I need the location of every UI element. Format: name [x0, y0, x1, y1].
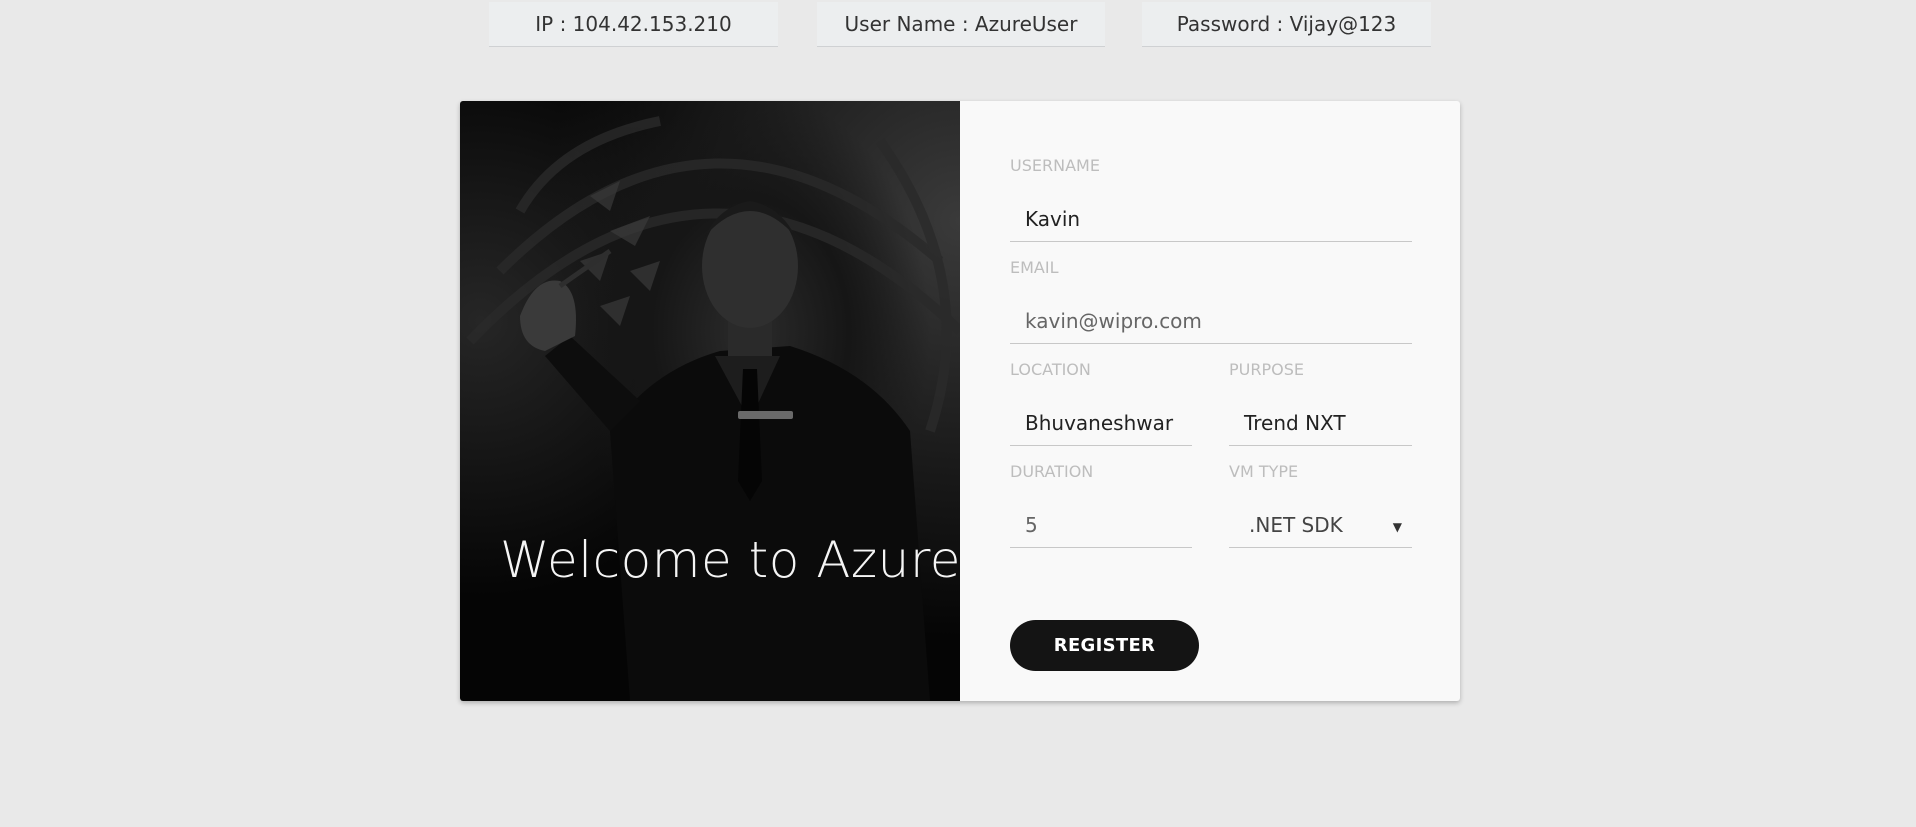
purpose-label: PURPOSE	[1229, 360, 1304, 379]
email-label: EMAIL	[1010, 258, 1059, 277]
purpose-input[interactable]: Trend NXT	[1229, 400, 1412, 446]
vm-type-label: VM TYPE	[1229, 462, 1299, 481]
hero-figure-illustration	[466, 116, 960, 701]
vm-type-select[interactable]: .NET SDK ▼	[1229, 502, 1412, 548]
location-label: LOCATION	[1010, 360, 1091, 379]
registration-card: Welcome to Azure USERNAME Kavin EMAIL ka…	[460, 101, 1460, 701]
duration-input[interactable]: 5	[1010, 502, 1192, 548]
dropdown-arrow-icon: ▼	[1392, 520, 1402, 534]
username-info-box: User Name : AzureUser	[817, 2, 1105, 47]
vm-type-selected-value: .NET SDK	[1249, 512, 1343, 537]
username-label: USERNAME	[1010, 156, 1100, 175]
username-input[interactable]: Kavin	[1010, 196, 1412, 242]
duration-label: DURATION	[1010, 462, 1094, 481]
registration-form: USERNAME Kavin EMAIL kavin@wipro.com LOC…	[960, 101, 1460, 701]
email-input[interactable]: kavin@wipro.com	[1010, 298, 1412, 344]
register-button[interactable]: REGISTER	[1010, 620, 1199, 671]
ip-text: IP : 104.42.153.210	[535, 12, 732, 36]
ip-info-box: IP : 104.42.153.210	[489, 2, 778, 47]
password-text: Password : Vijay@123	[1176, 12, 1397, 36]
username-text: User Name : AzureUser	[844, 12, 1078, 36]
welcome-title: Welcome to Azure	[500, 531, 960, 589]
location-input[interactable]: Bhuvaneshwar	[1010, 400, 1192, 446]
password-info-box: Password : Vijay@123	[1142, 2, 1431, 47]
hero-image: Welcome to Azure	[460, 101, 960, 701]
